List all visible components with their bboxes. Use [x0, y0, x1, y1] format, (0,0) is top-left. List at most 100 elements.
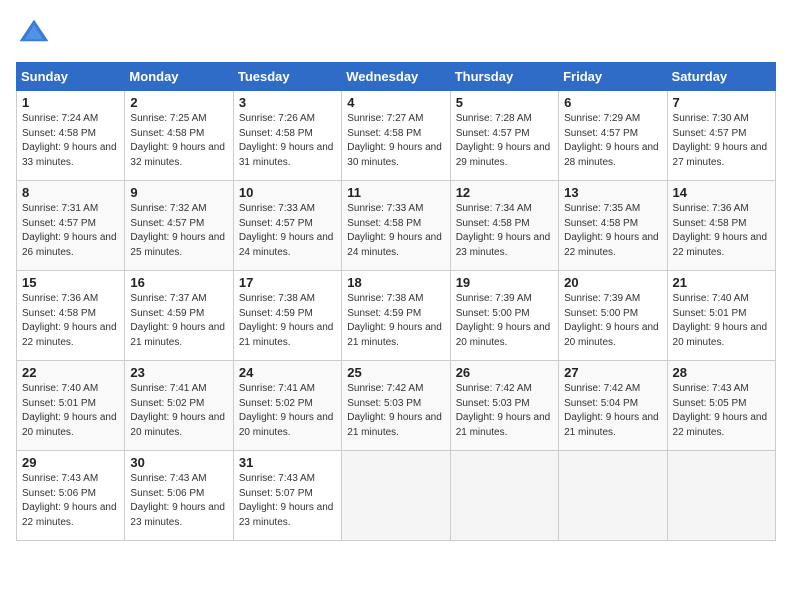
calendar-cell: 12 Sunrise: 7:34 AMSunset: 4:58 PMDaylig…: [450, 181, 558, 271]
cell-info: Sunrise: 7:37 AMSunset: 4:59 PMDaylight:…: [130, 292, 227, 350]
calendar-cell: 19 Sunrise: 7:39 AMSunset: 5:00 PMDaylig…: [450, 271, 558, 361]
calendar-cell: 4 Sunrise: 7:27 AMSunset: 4:58 PMDayligh…: [342, 91, 450, 181]
day-number: 26: [456, 365, 553, 380]
calendar-cell: 11 Sunrise: 7:33 AMSunset: 4:58 PMDaylig…: [342, 181, 450, 271]
cell-info: Sunrise: 7:38 AMSunset: 4:59 PMDaylight:…: [239, 292, 336, 350]
calendar-cell: 2 Sunrise: 7:25 AMSunset: 4:58 PMDayligh…: [125, 91, 233, 181]
calendar-cell: 26 Sunrise: 7:42 AMSunset: 5:03 PMDaylig…: [450, 361, 558, 451]
calendar-cell: 8 Sunrise: 7:31 AMSunset: 4:57 PMDayligh…: [17, 181, 125, 271]
day-header-wednesday: Wednesday: [342, 63, 450, 91]
calendar-cell: 13 Sunrise: 7:35 AMSunset: 4:58 PMDaylig…: [559, 181, 667, 271]
cell-info: Sunrise: 7:25 AMSunset: 4:58 PMDaylight:…: [130, 112, 227, 170]
cell-info: Sunrise: 7:42 AMSunset: 5:04 PMDaylight:…: [564, 382, 661, 440]
calendar-cell: 21 Sunrise: 7:40 AMSunset: 5:01 PMDaylig…: [667, 271, 775, 361]
day-number: 30: [130, 455, 227, 470]
day-header-friday: Friday: [559, 63, 667, 91]
day-number: 6: [564, 95, 661, 110]
cell-info: Sunrise: 7:32 AMSunset: 4:57 PMDaylight:…: [130, 202, 227, 260]
day-number: 23: [130, 365, 227, 380]
calendar-cell: 28 Sunrise: 7:43 AMSunset: 5:05 PMDaylig…: [667, 361, 775, 451]
calendar-cell: 9 Sunrise: 7:32 AMSunset: 4:57 PMDayligh…: [125, 181, 233, 271]
calendar-cell: 27 Sunrise: 7:42 AMSunset: 5:04 PMDaylig…: [559, 361, 667, 451]
day-header-tuesday: Tuesday: [233, 63, 341, 91]
day-number: 2: [130, 95, 227, 110]
day-number: 24: [239, 365, 336, 380]
calendar-cell: [342, 451, 450, 541]
cell-info: Sunrise: 7:24 AMSunset: 4:58 PMDaylight:…: [22, 112, 119, 170]
day-number: 31: [239, 455, 336, 470]
calendar-cell: 1 Sunrise: 7:24 AMSunset: 4:58 PMDayligh…: [17, 91, 125, 181]
calendar-body: 1 Sunrise: 7:24 AMSunset: 4:58 PMDayligh…: [17, 91, 776, 541]
day-number: 28: [673, 365, 770, 380]
day-number: 1: [22, 95, 119, 110]
calendar-cell: 15 Sunrise: 7:36 AMSunset: 4:58 PMDaylig…: [17, 271, 125, 361]
cell-info: Sunrise: 7:41 AMSunset: 5:02 PMDaylight:…: [239, 382, 336, 440]
calendar-header-row: SundayMondayTuesdayWednesdayThursdayFrid…: [17, 63, 776, 91]
cell-info: Sunrise: 7:42 AMSunset: 5:03 PMDaylight:…: [347, 382, 444, 440]
calendar-cell: [559, 451, 667, 541]
day-header-saturday: Saturday: [667, 63, 775, 91]
cell-info: Sunrise: 7:40 AMSunset: 5:01 PMDaylight:…: [22, 382, 119, 440]
day-number: 27: [564, 365, 661, 380]
day-number: 15: [22, 275, 119, 290]
calendar-cell: 23 Sunrise: 7:41 AMSunset: 5:02 PMDaylig…: [125, 361, 233, 451]
logo: [16, 16, 56, 52]
cell-info: Sunrise: 7:34 AMSunset: 4:58 PMDaylight:…: [456, 202, 553, 260]
calendar-cell: 30 Sunrise: 7:43 AMSunset: 5:06 PMDaylig…: [125, 451, 233, 541]
day-header-monday: Monday: [125, 63, 233, 91]
calendar-cell: 22 Sunrise: 7:40 AMSunset: 5:01 PMDaylig…: [17, 361, 125, 451]
day-number: 25: [347, 365, 444, 380]
day-number: 3: [239, 95, 336, 110]
calendar-week-row: 1 Sunrise: 7:24 AMSunset: 4:58 PMDayligh…: [17, 91, 776, 181]
cell-info: Sunrise: 7:43 AMSunset: 5:05 PMDaylight:…: [673, 382, 770, 440]
logo-icon: [16, 16, 52, 52]
calendar-cell: 24 Sunrise: 7:41 AMSunset: 5:02 PMDaylig…: [233, 361, 341, 451]
calendar-cell: 18 Sunrise: 7:38 AMSunset: 4:59 PMDaylig…: [342, 271, 450, 361]
calendar-cell: 17 Sunrise: 7:38 AMSunset: 4:59 PMDaylig…: [233, 271, 341, 361]
calendar-cell: 20 Sunrise: 7:39 AMSunset: 5:00 PMDaylig…: [559, 271, 667, 361]
cell-info: Sunrise: 7:39 AMSunset: 5:00 PMDaylight:…: [456, 292, 553, 350]
day-number: 18: [347, 275, 444, 290]
calendar-cell: 3 Sunrise: 7:26 AMSunset: 4:58 PMDayligh…: [233, 91, 341, 181]
cell-info: Sunrise: 7:39 AMSunset: 5:00 PMDaylight:…: [564, 292, 661, 350]
calendar-week-row: 8 Sunrise: 7:31 AMSunset: 4:57 PMDayligh…: [17, 181, 776, 271]
cell-info: Sunrise: 7:26 AMSunset: 4:58 PMDaylight:…: [239, 112, 336, 170]
day-number: 17: [239, 275, 336, 290]
day-number: 4: [347, 95, 444, 110]
cell-info: Sunrise: 7:29 AMSunset: 4:57 PMDaylight:…: [564, 112, 661, 170]
calendar-cell: [667, 451, 775, 541]
day-number: 16: [130, 275, 227, 290]
cell-info: Sunrise: 7:27 AMSunset: 4:58 PMDaylight:…: [347, 112, 444, 170]
day-number: 22: [22, 365, 119, 380]
cell-info: Sunrise: 7:36 AMSunset: 4:58 PMDaylight:…: [673, 202, 770, 260]
day-number: 29: [22, 455, 119, 470]
cell-info: Sunrise: 7:35 AMSunset: 4:58 PMDaylight:…: [564, 202, 661, 260]
day-number: 7: [673, 95, 770, 110]
day-header-sunday: Sunday: [17, 63, 125, 91]
cell-info: Sunrise: 7:28 AMSunset: 4:57 PMDaylight:…: [456, 112, 553, 170]
calendar-cell: 10 Sunrise: 7:33 AMSunset: 4:57 PMDaylig…: [233, 181, 341, 271]
calendar-cell: 6 Sunrise: 7:29 AMSunset: 4:57 PMDayligh…: [559, 91, 667, 181]
cell-info: Sunrise: 7:43 AMSunset: 5:07 PMDaylight:…: [239, 472, 336, 530]
cell-info: Sunrise: 7:43 AMSunset: 5:06 PMDaylight:…: [130, 472, 227, 530]
day-number: 11: [347, 185, 444, 200]
day-number: 8: [22, 185, 119, 200]
calendar-cell: 25 Sunrise: 7:42 AMSunset: 5:03 PMDaylig…: [342, 361, 450, 451]
cell-info: Sunrise: 7:31 AMSunset: 4:57 PMDaylight:…: [22, 202, 119, 260]
calendar-cell: 29 Sunrise: 7:43 AMSunset: 5:06 PMDaylig…: [17, 451, 125, 541]
day-number: 21: [673, 275, 770, 290]
cell-info: Sunrise: 7:30 AMSunset: 4:57 PMDaylight:…: [673, 112, 770, 170]
cell-info: Sunrise: 7:36 AMSunset: 4:58 PMDaylight:…: [22, 292, 119, 350]
day-number: 12: [456, 185, 553, 200]
cell-info: Sunrise: 7:38 AMSunset: 4:59 PMDaylight:…: [347, 292, 444, 350]
day-number: 13: [564, 185, 661, 200]
calendar-cell: [450, 451, 558, 541]
calendar-cell: 5 Sunrise: 7:28 AMSunset: 4:57 PMDayligh…: [450, 91, 558, 181]
calendar-cell: 31 Sunrise: 7:43 AMSunset: 5:07 PMDaylig…: [233, 451, 341, 541]
day-number: 5: [456, 95, 553, 110]
day-header-thursday: Thursday: [450, 63, 558, 91]
cell-info: Sunrise: 7:43 AMSunset: 5:06 PMDaylight:…: [22, 472, 119, 530]
cell-info: Sunrise: 7:33 AMSunset: 4:57 PMDaylight:…: [239, 202, 336, 260]
cell-info: Sunrise: 7:41 AMSunset: 5:02 PMDaylight:…: [130, 382, 227, 440]
cell-info: Sunrise: 7:40 AMSunset: 5:01 PMDaylight:…: [673, 292, 770, 350]
